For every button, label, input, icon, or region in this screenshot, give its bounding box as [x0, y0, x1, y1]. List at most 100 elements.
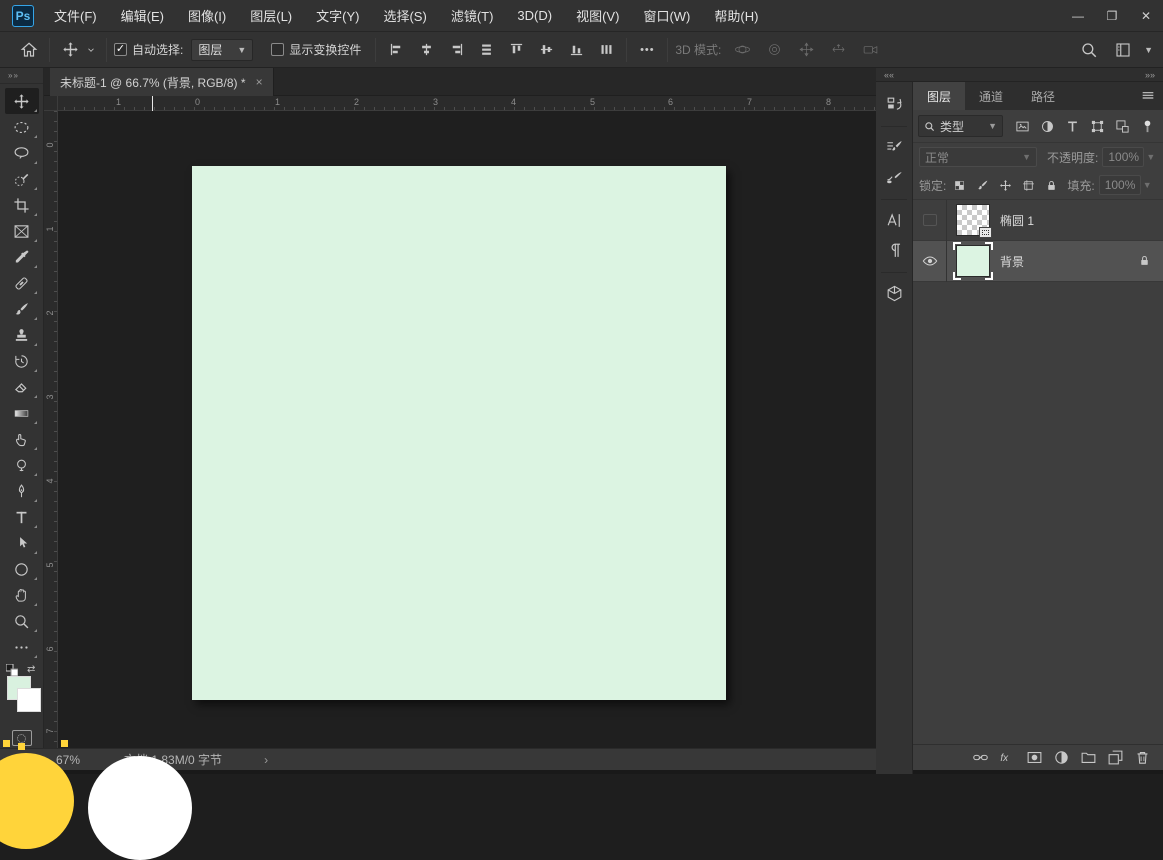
menu-item-2[interactable]: 编辑(E): [109, 0, 176, 32]
tool-zoom[interactable]: [5, 608, 39, 634]
minimize-button[interactable]: —: [1061, 0, 1095, 32]
paragraph-icon[interactable]: [879, 236, 909, 264]
brushes-icon[interactable]: [879, 163, 909, 191]
tool-gradient[interactable]: [5, 400, 39, 426]
collapse-dock-left-icon[interactable]: ««: [884, 70, 894, 80]
background-color-swatch[interactable]: [17, 688, 41, 712]
more-options-button[interactable]: •••: [634, 37, 660, 63]
lock-paint-icon[interactable]: [973, 176, 992, 195]
menu-item-11[interactable]: 帮助(H): [702, 0, 770, 32]
history-icon[interactable]: [879, 90, 909, 118]
zoom-level-field[interactable]: 67%: [56, 753, 80, 767]
character-icon[interactable]: [879, 206, 909, 234]
lock-position-icon[interactable]: [996, 176, 1015, 195]
tool-quick-select[interactable]: [5, 166, 39, 192]
delete-layer-icon[interactable]: [1133, 749, 1151, 767]
align-bottom-icon[interactable]: [563, 37, 589, 63]
tool-frame[interactable]: [5, 218, 39, 244]
opacity-field[interactable]: 100%: [1102, 147, 1144, 167]
workspace-icon[interactable]: [1110, 37, 1136, 63]
status-options-chevron[interactable]: ›: [264, 753, 268, 767]
menu-item-1[interactable]: 文件(F): [42, 0, 109, 32]
layer-style-icon[interactable]: fx: [998, 749, 1016, 767]
align-center-vertical-icon[interactable]: [533, 37, 559, 63]
menu-item-9[interactable]: 视图(V): [564, 0, 631, 32]
smart-object-filter-icon[interactable]: [1111, 115, 1133, 137]
layer-mask-icon[interactable]: [1025, 749, 1043, 767]
link-layers-icon[interactable]: [971, 749, 989, 767]
tool-eyedropper[interactable]: [5, 244, 39, 270]
panel-menu-icon[interactable]: [1133, 82, 1163, 110]
tool-healing[interactable]: [5, 270, 39, 296]
tool-marquee[interactable]: [5, 114, 39, 140]
menu-item-5[interactable]: 文字(Y): [304, 0, 371, 32]
home-icon[interactable]: [16, 37, 42, 63]
show-transform-checkbox[interactable]: [271, 43, 284, 56]
tool-stamp[interactable]: [5, 322, 39, 348]
panel-tab-1[interactable]: 图层: [913, 82, 965, 110]
filter-toggle-icon[interactable]: [1136, 115, 1158, 137]
collapse-dock-right-icon[interactable]: »»: [1145, 70, 1155, 80]
menu-item-6[interactable]: 选择(S): [371, 0, 438, 32]
document-canvas[interactable]: [192, 166, 726, 700]
close-button[interactable]: ✕: [1129, 0, 1163, 32]
ruler-corner[interactable]: [44, 96, 58, 111]
default-colors-icon[interactable]: [6, 664, 18, 676]
chevron-down-icon[interactable]: ▼: [1144, 45, 1153, 55]
new-adjustment-layer-icon[interactable]: [1052, 749, 1070, 767]
tool-shape[interactable]: [5, 556, 39, 582]
tool-ellipsis[interactable]: [5, 634, 39, 660]
lock-artboard-icon[interactable]: [1019, 176, 1038, 195]
tool-type[interactable]: [5, 504, 39, 530]
menu-item-3[interactable]: 图像(I): [176, 0, 238, 32]
auto-select-target-dropdown[interactable]: 图层 ▼: [191, 39, 253, 61]
layer-thumbnail[interactable]: [956, 245, 990, 277]
tool-hand[interactable]: [5, 582, 39, 608]
vertical-ruler[interactable]: 01234567: [44, 111, 58, 748]
distribute-vertical-icon[interactable]: [473, 37, 499, 63]
type-layer-filter-icon[interactable]: [1061, 115, 1083, 137]
tool-lasso[interactable]: [5, 140, 39, 166]
swap-colors-icon[interactable]: ⇄: [27, 664, 35, 675]
align-top-icon[interactable]: [503, 37, 529, 63]
lock-transparent-icon[interactable]: [950, 176, 969, 195]
tool-pen[interactable]: [5, 478, 39, 504]
tool-crop[interactable]: [5, 192, 39, 218]
align-center-horizontal-icon[interactable]: [413, 37, 439, 63]
blend-mode-dropdown[interactable]: 正常 ▼: [919, 147, 1037, 167]
align-left-icon[interactable]: [383, 37, 409, 63]
fill-field[interactable]: 100%: [1099, 175, 1141, 195]
menu-item-4[interactable]: 图层(L): [238, 0, 304, 32]
tool-eraser[interactable]: [5, 374, 39, 400]
3d-icon[interactable]: [879, 279, 909, 307]
layer-row-1[interactable]: 椭圆 1: [913, 200, 1163, 241]
new-layer-icon[interactable]: [1106, 749, 1124, 767]
filter-type-dropdown[interactable]: 类型 ▼: [918, 115, 1003, 137]
horizontal-ruler[interactable]: 1012345678: [44, 96, 876, 111]
menu-item-8[interactable]: 3D(D): [505, 0, 564, 32]
tool-path-select[interactable]: [5, 530, 39, 556]
tool-smudge[interactable]: [5, 426, 39, 452]
shape-layer-filter-icon[interactable]: [1086, 115, 1108, 137]
panel-tab-3[interactable]: 路径: [1017, 82, 1069, 110]
layer-row-2[interactable]: 背景: [913, 241, 1163, 282]
document-tab[interactable]: 未标题-1 @ 66.7% (背景, RGB/8) * ×: [50, 68, 274, 96]
layer-visibility-toggle[interactable]: [913, 241, 947, 282]
tool-dodge[interactable]: [5, 452, 39, 478]
pixel-layer-filter-icon[interactable]: [1011, 115, 1033, 137]
tool-brush[interactable]: [5, 296, 39, 322]
lock-all-icon[interactable]: [1042, 176, 1061, 195]
layer-visibility-toggle[interactable]: [913, 200, 947, 241]
distribute-horizontal-icon[interactable]: [593, 37, 619, 63]
toolbar-expander[interactable]: »»: [0, 68, 43, 84]
chevron-down-icon[interactable]: [83, 37, 99, 63]
brush-settings-icon[interactable]: [879, 133, 909, 161]
new-group-icon[interactable]: [1079, 749, 1097, 767]
menu-item-7[interactable]: 滤镜(T): [439, 0, 506, 32]
adjustment-layer-filter-icon[interactable]: [1036, 115, 1058, 137]
layer-thumbnail[interactable]: [956, 204, 990, 236]
tool-move[interactable]: [5, 88, 39, 114]
search-icon[interactable]: [1076, 37, 1102, 63]
maximize-button[interactable]: ❐: [1095, 0, 1129, 32]
menu-item-10[interactable]: 窗口(W): [631, 0, 702, 32]
